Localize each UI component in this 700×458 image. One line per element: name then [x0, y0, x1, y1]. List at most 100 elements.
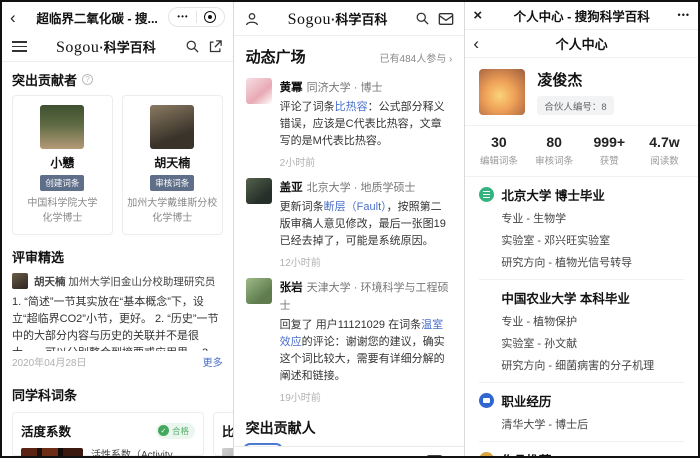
related-cards: 活度系数 ✓合格 活性系数（Activity coefficient），又称活性… [2, 410, 233, 456]
profile-card: 凌俊杰 合伙人编号：8 [465, 58, 698, 125]
stat-label: 获赞 [582, 153, 637, 167]
reviewer-name: 胡天楠 [34, 276, 66, 288]
review-body: 1. “简述”一节其实放在“基本概念”下，设立“超临界CO2”小节，更好。 2.… [2, 289, 233, 351]
contributor-card[interactable]: 胡天楠 审核词条 加州大学戴维斯分校 化学博士 [122, 95, 223, 235]
avatar [246, 78, 272, 104]
feed-user-name: 黄冪 [280, 82, 303, 94]
contributors-section-header: 突出贡献者 ? [2, 62, 233, 95]
role-badge: 创建词条 [40, 175, 84, 191]
chevron-right-icon: › [449, 54, 452, 65]
contributor-affiliation: 加州大学戴维斯分校 [127, 196, 218, 211]
participants-link[interactable]: 已有484人参与 › [380, 50, 453, 65]
related-entry-card[interactable]: 活度系数 ✓合格 活性系数（Activity coefficient），又称活性… [12, 412, 204, 456]
screenshot-root: ‹ 超临界二氧化碳 - 搜... ••• Sogou·科学百科 突出贡献者 ? [0, 0, 700, 458]
app-toolbar: Sogou·科学百科 [2, 32, 233, 62]
feed-text: 的评论：谢谢您的建议，确实这个词比较大，需要有详细分解的阐述和链接。 [280, 336, 445, 382]
participants-count: 已有484人参与 [380, 54, 447, 65]
education-icon [479, 187, 494, 202]
feed-item[interactable]: 盖亚北京大学 · 地质学硕士 更新词条断层（Fault），按照第二版审稿人意见修… [234, 169, 465, 269]
stat-value: 30 [471, 134, 526, 150]
avatar [40, 105, 84, 149]
related-entry-card[interactable]: 比热容 [213, 412, 233, 456]
education-detail: 研究方向 - 植物光信号转导 [479, 248, 684, 270]
entry-link[interactable]: 比热容 [335, 101, 368, 113]
user-icon[interactable] [244, 11, 260, 27]
entry-title: 活度系数 [21, 421, 71, 440]
feed-item[interactable]: 张岩天津大学 · 环境科学与工程硕士 回复了 用户11121029 在词条温室效… [234, 269, 465, 404]
education-detail: 专业 - 植物保护 [479, 307, 684, 329]
more-link[interactable]: 更多 [203, 354, 223, 369]
review-section-header: 评审精选 [2, 235, 233, 272]
stats-row: 30 编辑词条 80 审核词条 999+ 获赞 4.7w 阅读数 [465, 125, 698, 177]
back-icon[interactable]: ‹ [10, 9, 26, 26]
contributor-degree: 化学博士 [17, 211, 108, 226]
top-contributors-header: 突出贡献人 [234, 404, 465, 438]
career-title: 职业经历 [501, 391, 551, 410]
avatar[interactable] [479, 69, 525, 115]
search-icon[interactable] [415, 11, 430, 26]
stat-value: 4.7w [637, 134, 692, 150]
feed-user-affiliation: 同济大学 · 博士 [307, 82, 383, 94]
logo-sogou-text: Sogou [56, 39, 99, 56]
app-toolbar: Sogou·科学百科 [234, 2, 465, 36]
avatar [150, 105, 194, 149]
sogou-baike-logo: Sogou·科学百科 [35, 37, 177, 57]
review-title: 评审精选 [12, 247, 64, 266]
entry-thumbnail [222, 448, 233, 456]
contributor-cards: 小戆 创建词条 中国科学院大学 化学博士 胡天楠 审核词条 加州大学戴维斯分校 … [2, 95, 233, 235]
contributor-degree: 化学博士 [127, 211, 218, 226]
avatar [246, 278, 272, 304]
profile-name: 凌俊杰 [537, 69, 613, 90]
subpage-title: 个人中心 [489, 34, 674, 53]
feed-item[interactable]: 黄冪同济大学 · 博士 评论了词条比热容：公式部分释义错误，应该是C代表比热容，… [234, 69, 465, 169]
stat-value: 80 [527, 134, 582, 150]
feed-text: 评论了词条 [280, 101, 335, 113]
wechat-capsule: ••• [168, 7, 224, 27]
back-icon[interactable]: ‹ [473, 35, 489, 52]
entry-link[interactable]: 断层（Fault） [324, 201, 387, 213]
top-contributors-title: 突出贡献人 [246, 418, 316, 438]
logo-suffix-text: ·科学百科 [331, 12, 387, 27]
nav-back-icon[interactable]: ‹ [255, 455, 261, 456]
entry-title: 比热容 [222, 421, 233, 440]
nav-forward-icon[interactable]: › [292, 455, 298, 456]
education-detail: 实验室 - 邓兴旺实验室 [479, 226, 684, 248]
miniprogram-header: ‹ 超临界二氧化碳 - 搜... ••• [2, 2, 233, 32]
sogou-baike-logo: Sogou·科学百科 [268, 9, 408, 29]
education-section: 中国农业大学 本科毕业 专业 - 植物保护 实验室 - 孙文献 研究方向 - 细… [465, 280, 698, 373]
minimize-icon[interactable] [204, 11, 216, 23]
close-icon[interactable]: × [473, 7, 491, 24]
contributor-card[interactable]: 小戆 创建词条 中国科学院大学 化学博士 [12, 95, 113, 235]
stat-reads[interactable]: 4.7w 阅读数 [637, 134, 692, 167]
more-icon[interactable]: ••• [672, 11, 690, 20]
stat-reviewed-entries[interactable]: 80 审核词条 [527, 134, 582, 167]
search-icon[interactable] [185, 39, 200, 54]
stat-label: 编辑词条 [471, 153, 526, 167]
info-icon[interactable]: ? [82, 74, 93, 85]
education-detail: 研究方向 - 细菌病害的分子机理 [479, 351, 684, 373]
reviewer-row: 胡天楠 加州大学旧金山分校助理研究员 [2, 272, 233, 289]
education-title: 中国农业大学 本科毕业 [501, 288, 629, 307]
feed-timestamp: 12小时前 [280, 254, 453, 269]
stat-edited-entries[interactable]: 30 编辑词条 [471, 134, 526, 167]
avatar [246, 178, 272, 204]
stat-label: 审核词条 [527, 153, 582, 167]
review-date: 2020年04月28日 [12, 354, 87, 369]
contributor-avatar-strip [234, 438, 465, 446]
more-icon[interactable]: ••• [177, 13, 188, 21]
stat-likes[interactable]: 999+ 获赞 [582, 134, 637, 167]
share-icon[interactable] [208, 39, 223, 54]
feed-user-affiliation: 北京大学 · 地质学硕士 [307, 182, 416, 194]
page-header: × 个人中心 - 搜狗科学百科 ••• [465, 2, 698, 30]
related-section-header: 同学科词条 [2, 375, 233, 410]
partner-badge: 合伙人编号：8 [537, 96, 613, 115]
page-title: 超临界二氧化碳 - 搜... [26, 8, 168, 27]
career-section: 职业经历 清华大学 - 博士后 [465, 383, 698, 432]
education-title: 北京大学 博士毕业 [501, 185, 604, 204]
contributors-title: 突出贡献者 [12, 70, 77, 89]
entry-thumbnail [21, 448, 83, 456]
mail-icon[interactable] [438, 12, 454, 26]
capsule-divider [196, 11, 197, 23]
menu-icon[interactable] [12, 41, 27, 52]
nav-tabs-button[interactable]: 16 [426, 455, 443, 456]
